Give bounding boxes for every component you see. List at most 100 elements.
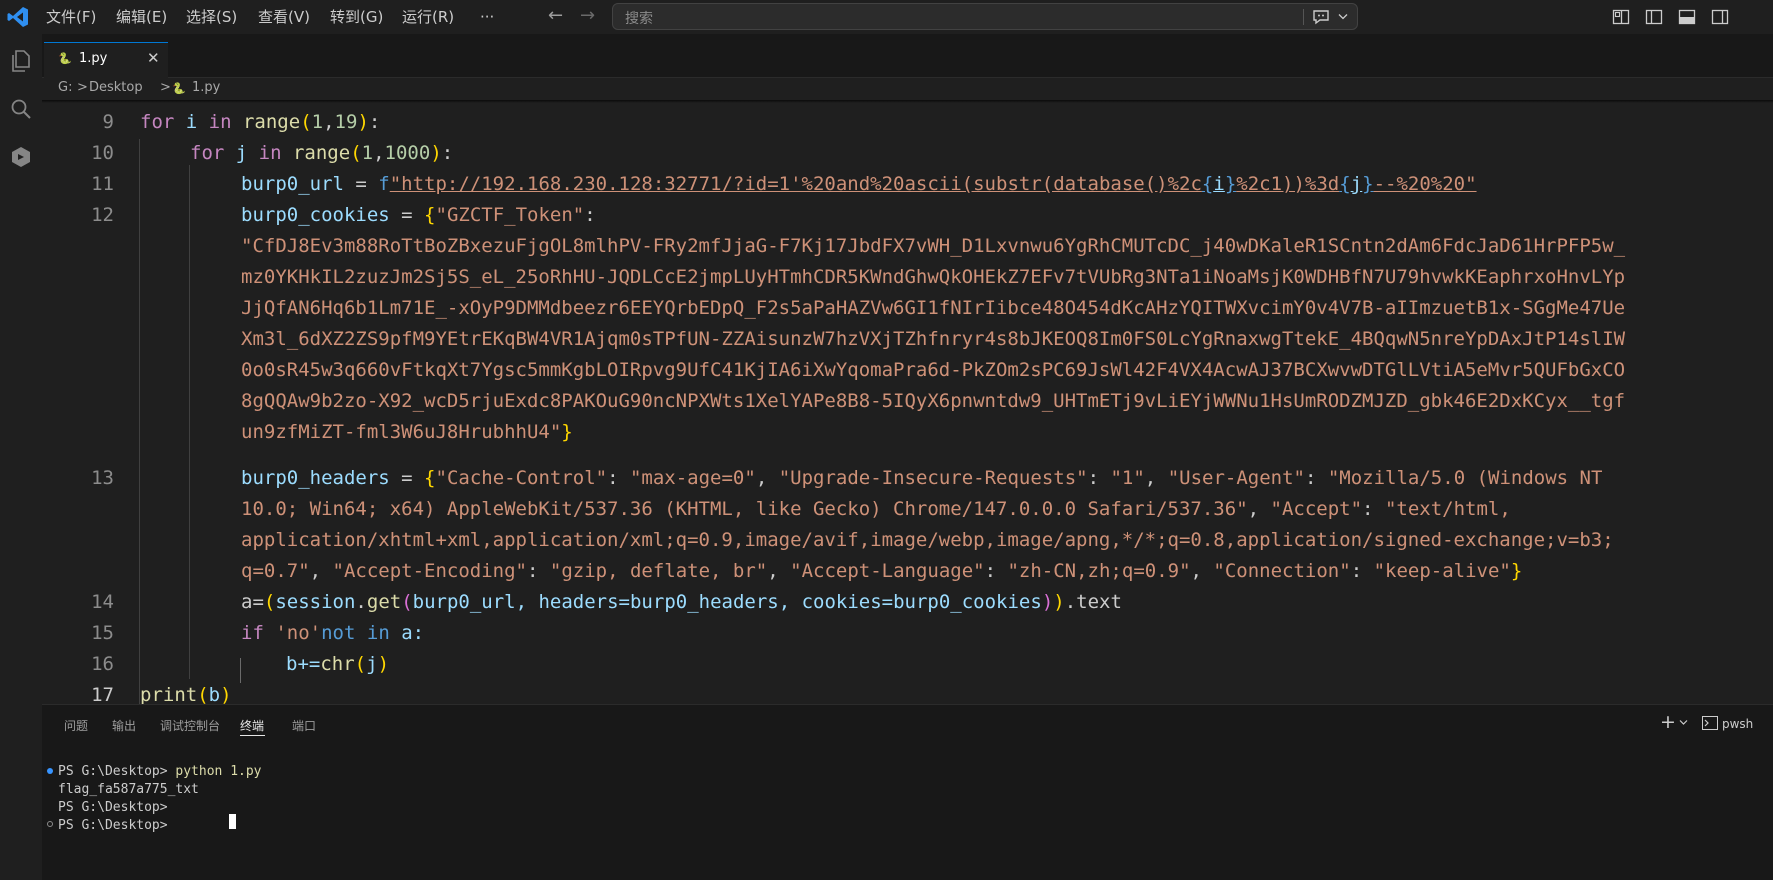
menu-run[interactable]: 运行(R) [402,7,454,27]
tab-1-py[interactable]: 🐍 1.py ✕ [44,42,168,78]
terminal-line[interactable]: PS G:\Desktop> [58,817,175,835]
token-keyword: for [190,142,225,164]
tab-output[interactable]: 输出 [112,717,136,734]
token-variable: i [174,111,209,133]
chevron-right-icon: > [160,80,171,95]
token-function: print [140,684,198,704]
token-punct: = [343,173,379,195]
token-punct: : [607,467,630,489]
customize-layout-icon[interactable] [1612,8,1630,26]
token-string: "1" [1110,467,1145,489]
menu-file[interactable]: 文件(F) [46,7,96,27]
search-icon[interactable] [8,96,34,122]
terminal-command: python 1.py [175,764,262,779]
headers-row: "Cache-Control": "max-age=0", "Upgrade-I… [436,467,1603,489]
token-punct: : [1350,560,1374,582]
terminal-line: PS G:\Desktop> python 1.py [58,763,262,781]
token-bracket: ( [300,111,312,133]
explorer-files-icon[interactable] [8,48,34,74]
token-string: "text/html, [1384,498,1511,520]
python-file-icon: 🐍 [58,52,72,65]
token-variable: burp0_headers [241,467,390,489]
token-bracket: ( [401,591,413,613]
line-number: 10 [91,142,114,164]
menu-go[interactable]: 转到(G) [330,7,383,27]
terminal-shell-name[interactable]: pwsh [1722,717,1753,731]
indent-guide [139,139,140,704]
token-string: application/xhtml+xml,application/xml;q=… [241,529,1614,551]
token-variable: b+= [286,653,321,675]
token-bracket: } [561,421,573,443]
token-string: "Mozilla/5.0 (Windows NT [1327,467,1603,489]
toggle-secondary-sidebar-icon[interactable] [1711,8,1729,26]
token-punct: = [389,467,425,489]
back-arrow-icon[interactable]: ← [548,6,563,26]
breadcrumb-drive[interactable]: G: [58,80,72,95]
token-string: "gzip, deflate, br" [549,560,768,582]
breadcrumb: G: > Desktop > 🐍 1.py [42,78,1773,100]
token-brace: } [1362,173,1374,195]
code-line-9: for i in range(1,19): [140,109,380,135]
token-string: un9zfMiZT-fml3W6uJ8HrubhhU4" [241,421,562,443]
menu-view[interactable]: 查看(V) [258,7,310,27]
code-line-14: a=(session.get(burp0_url, headers=burp0_… [241,589,1122,615]
token-punct: , [323,111,335,133]
token-url-string[interactable]: --%20%20" [1374,173,1477,195]
cookie-value-line: JjQfAN6Hq6b1Lm71E_-xOyP9DMMdbeezr6EEYQrb… [241,297,1626,319]
code-line-16: b+=chr(j) [286,651,389,677]
code-line-10: for j in range(1,1000): [190,140,453,166]
toggle-primary-sidebar-icon[interactable] [1645,8,1663,26]
menu-edit[interactable]: 编辑(E) [116,7,167,27]
token-url-string[interactable]: "http://192.168.230.128:32771/?id=1'%20a… [390,173,1202,195]
token-bracket: ) [220,684,232,704]
tab-debug-console[interactable]: 调试控制台 [160,717,220,734]
token-bracket: ( [263,591,276,613]
token-function: range [231,111,301,133]
cookie-value-line: mz0YKHkIL2zuzJm2Sj5S_eL_25oRhHU-JQDLCcE2… [241,266,1626,288]
chevron-down-icon[interactable] [1338,13,1348,21]
menu-more-icon[interactable]: ··· [480,7,494,27]
token-assign: a= [241,591,264,613]
token-number: 19 [334,111,358,133]
copilot-chat-icon[interactable] [1312,9,1332,25]
breadcrumb-folder[interactable]: Desktop [89,80,143,95]
tab-problems[interactable]: 问题 [64,717,88,734]
vscode-logo-icon[interactable] [6,5,30,29]
menu-selection[interactable]: 选择(S) [186,7,237,27]
line-number-current: 17 [91,684,114,704]
token-string: "Accept" [1270,498,1363,520]
toggle-panel-icon[interactable] [1678,8,1696,26]
chevron-down-icon[interactable] [1679,719,1688,726]
tab-terminal[interactable]: 终端 [240,717,264,734]
tab-ports[interactable]: 端口 [292,717,316,734]
token-brace: { [1339,173,1351,195]
token-bracket: ) [430,142,442,164]
indent-guide [240,658,241,683]
token-punct: : [1304,467,1328,489]
code-editor[interactable]: 9 10 11 12 13 14 15 16 17 for i in range… [42,100,1773,704]
forward-arrow-icon[interactable]: → [580,6,595,26]
token-function: chr [320,653,355,675]
new-terminal-plus-icon[interactable]: + [1660,711,1676,733]
token-bracket: ) [1041,591,1054,613]
token-variable: session [275,591,356,613]
token-bracket: ) [357,111,369,133]
command-center-search[interactable]: 搜索 [612,3,1358,30]
token-punct: , [1190,560,1214,582]
bottom-panel: 问题 输出 调试控制台 终端 端口 + pwsh PS G:\Desktop> … [42,704,1773,880]
token-punct: : [1087,467,1111,489]
token-bracket: { [424,204,436,226]
activity-bar [0,34,42,880]
breadcrumb-file[interactable]: 1.py [192,80,220,95]
scroll-shadow [42,100,1773,103]
search-separator [1303,9,1304,25]
token-punct: : [984,560,1008,582]
extension-cube-icon[interactable] [8,144,34,170]
terminal-output: flag_fa587a775_txt [58,782,199,797]
token-bracket: ( [354,653,367,675]
close-icon[interactable]: ✕ [147,49,160,67]
token-url-string[interactable]: %2c1))%3d [1236,173,1339,195]
cookie-value-line: 0o0sR45w3q660vFtkqXt7Ygsc5mmKgbLOIRpvg9U… [241,359,1626,381]
headers-row-content: q=0.7", "Accept-Encoding": "gzip, deflat… [241,560,1511,582]
chevron-right-icon: > [77,80,88,95]
